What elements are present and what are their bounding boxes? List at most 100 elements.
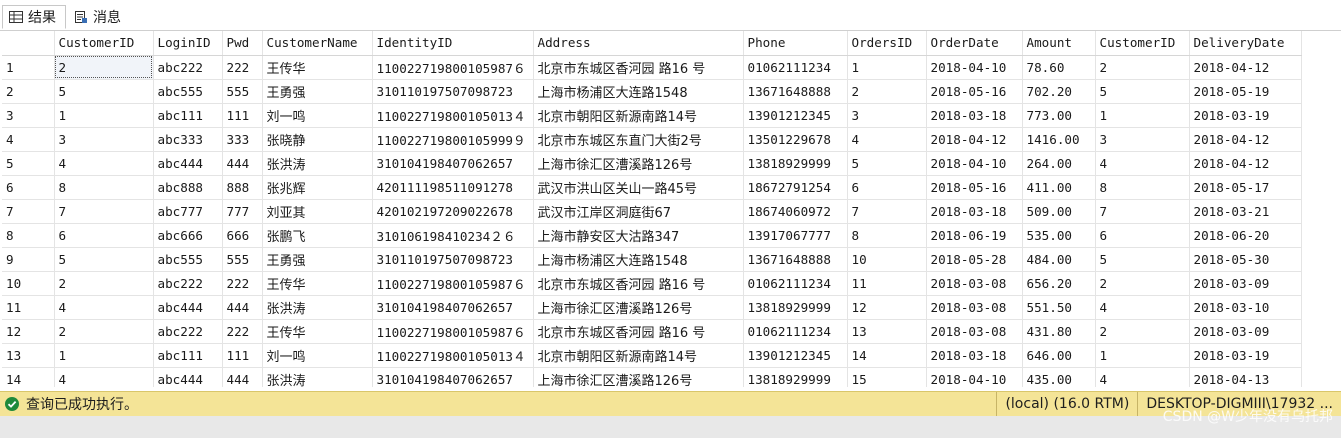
table-cell[interactable]: 2018-05-30	[1189, 247, 1302, 272]
table-cell[interactable]: abc444	[153, 151, 223, 176]
row-number[interactable]: 14	[2, 367, 55, 387]
table-cell[interactable]: 01062111234	[743, 319, 848, 344]
table-cell[interactable]: 13671648888	[743, 247, 848, 272]
table-cell[interactable]: 13818929999	[743, 295, 848, 320]
table-cell[interactable]: 2	[1095, 55, 1190, 80]
table-row[interactable]: 7 7 abc777 777 刘亚其 420102197209022678 武汉市江岸区洞庭…	[2, 199, 1302, 224]
table-cell[interactable]: 310110197507098723	[372, 79, 534, 104]
table-cell[interactable]: 2018-03-10	[1189, 295, 1302, 320]
table-cell[interactable]: 张兆辉	[262, 175, 373, 200]
table-cell[interactable]: 18672791254	[743, 175, 848, 200]
table-cell[interactable]: 王勇强	[262, 247, 373, 272]
table-cell[interactable]: 656.20	[1022, 271, 1096, 296]
table-row[interactable]: 13 1 abc111 111 刘一鸣 110022719800105013４ 北京市朝阳区…	[2, 343, 1302, 368]
table-cell[interactable]: 4	[54, 367, 154, 387]
table-cell[interactable]: 2018-03-08	[926, 271, 1023, 296]
table-cell[interactable]: 13901212345	[743, 103, 848, 128]
table-cell[interactable]: 2018-04-10	[926, 367, 1023, 387]
table-cell[interactable]: 431.80	[1022, 319, 1096, 344]
table-cell[interactable]: 张洪涛	[262, 295, 373, 320]
table-cell[interactable]: 刘一鸣	[262, 343, 373, 368]
table-cell[interactable]: 上海市静安区大沽路347	[533, 223, 744, 248]
table-cell[interactable]: 北京市东城区东直门大街2号	[533, 127, 744, 152]
table-cell[interactable]: 2018-03-19	[1189, 343, 1302, 368]
column-header[interactable]: OrderDate	[926, 31, 1023, 56]
table-row[interactable]: 6 8 abc888 888 张兆辉 420111198511091278 武汉市洪山区关山…	[2, 175, 1302, 200]
table-row[interactable]: 1 2 abc222 222 王传华 110022719800105987６ 北京市东城区香…	[2, 55, 1302, 80]
table-cell[interactable]: 535.00	[1022, 223, 1096, 248]
table-cell[interactable]: 555	[222, 247, 263, 272]
table-cell[interactable]: 北京市东城区香河园 路16 号	[533, 55, 744, 80]
table-cell[interactable]: 4	[54, 295, 154, 320]
column-header[interactable]: CustomerID	[1095, 31, 1190, 56]
table-cell[interactable]: 420102197209022678	[372, 199, 534, 224]
table-cell[interactable]: 4	[1095, 367, 1190, 387]
table-row[interactable]: 4 3 abc333 333 张晓静 110022719800105999９ 北京市东城区东…	[2, 127, 1302, 152]
table-cell[interactable]: 2	[54, 319, 154, 344]
table-cell[interactable]: 1	[54, 103, 154, 128]
table-cell[interactable]: 111	[222, 103, 263, 128]
table-row[interactable]: 14 4 abc444 444 张洪涛 310104198407062657 上海市徐汇区漕…	[2, 367, 1302, 387]
table-cell[interactable]: 01062111234	[743, 271, 848, 296]
table-cell[interactable]: 2018-05-19	[1189, 79, 1302, 104]
table-cell[interactable]: abc222	[153, 271, 223, 296]
table-row[interactable]: 3 1 abc111 111 刘一鸣 110022719800105013４ 北京市朝阳区新…	[2, 103, 1302, 128]
results-grid[interactable]: CustomerID LoginID Pwd CustomerName Identity…	[2, 31, 1341, 387]
table-cell[interactable]: 刘一鸣	[262, 103, 373, 128]
table-cell[interactable]: 222	[222, 319, 263, 344]
table-cell[interactable]: 777	[222, 199, 263, 224]
table-cell[interactable]: 264.00	[1022, 151, 1096, 176]
table-cell[interactable]: 310104198407062657	[372, 295, 534, 320]
table-cell[interactable]: abc222	[153, 319, 223, 344]
table-cell[interactable]: 王传华	[262, 55, 373, 80]
table-cell[interactable]: 上海市杨浦区大连路1548	[533, 247, 744, 272]
table-cell[interactable]: 435.00	[1022, 367, 1096, 387]
table-cell[interactable]: abc666	[153, 223, 223, 248]
table-cell[interactable]: 1	[1095, 103, 1190, 128]
table-cell[interactable]: 78.60	[1022, 55, 1096, 80]
column-header[interactable]: DeliveryDate	[1189, 31, 1302, 56]
table-cell[interactable]: 111	[222, 343, 263, 368]
table-cell[interactable]: 888	[222, 175, 263, 200]
column-header[interactable]: Address	[533, 31, 744, 56]
table-cell[interactable]: 上海市杨浦区大连路1548	[533, 79, 744, 104]
table-cell[interactable]: abc555	[153, 79, 223, 104]
table-cell[interactable]: abc444	[153, 295, 223, 320]
table-cell[interactable]: 2018-05-16	[926, 79, 1023, 104]
column-header[interactable]: CustomerName	[262, 31, 373, 56]
table-cell[interactable]: 2018-06-19	[926, 223, 1023, 248]
table-cell[interactable]: 12	[847, 295, 927, 320]
row-number[interactable]: 4	[2, 127, 55, 152]
table-cell[interactable]: 3	[847, 103, 927, 128]
table-cell[interactable]: 武汉市洪山区关山一路45号	[533, 175, 744, 200]
table-cell[interactable]: 3	[54, 127, 154, 152]
table-cell[interactable]: 13671648888	[743, 79, 848, 104]
table-cell[interactable]: 张晓静	[262, 127, 373, 152]
table-cell[interactable]: 2018-03-08	[926, 319, 1023, 344]
table-cell[interactable]: 6	[1095, 223, 1190, 248]
table-cell[interactable]: 5	[847, 151, 927, 176]
table-cell[interactable]: 310104198407062657	[372, 367, 534, 387]
row-number[interactable]: 2	[2, 79, 55, 104]
table-cell[interactable]: 1	[847, 55, 927, 80]
row-number[interactable]: 5	[2, 151, 55, 176]
table-row[interactable]: 2 5 abc555 555 王勇强 310110197507098723 上海市杨浦区大连…	[2, 79, 1302, 104]
table-cell[interactable]: 310110197507098723	[372, 247, 534, 272]
table-cell[interactable]: 222	[222, 271, 263, 296]
table-cell[interactable]: 2018-04-10	[926, 55, 1023, 80]
table-cell[interactable]: 2018-04-12	[1189, 127, 1302, 152]
table-cell[interactable]: 18674060972	[743, 199, 848, 224]
table-cell[interactable]: 2018-03-21	[1189, 199, 1302, 224]
table-cell[interactable]: 110022719800105987６	[372, 55, 534, 80]
table-cell[interactable]: 张鹏飞	[262, 223, 373, 248]
table-cell[interactable]: 773.00	[1022, 103, 1096, 128]
table-cell[interactable]: 2018-03-19	[1189, 103, 1302, 128]
table-cell[interactable]: abc444	[153, 367, 223, 387]
table-cell[interactable]: abc333	[153, 127, 223, 152]
column-header[interactable]: Pwd	[222, 31, 263, 56]
column-header[interactable]: Amount	[1022, 31, 1096, 56]
table-cell[interactable]: 北京市朝阳区新源南路14号	[533, 103, 744, 128]
table-cell[interactable]: 10	[847, 247, 927, 272]
table-cell[interactable]: 2	[54, 55, 154, 80]
table-cell[interactable]: 2	[1095, 271, 1190, 296]
